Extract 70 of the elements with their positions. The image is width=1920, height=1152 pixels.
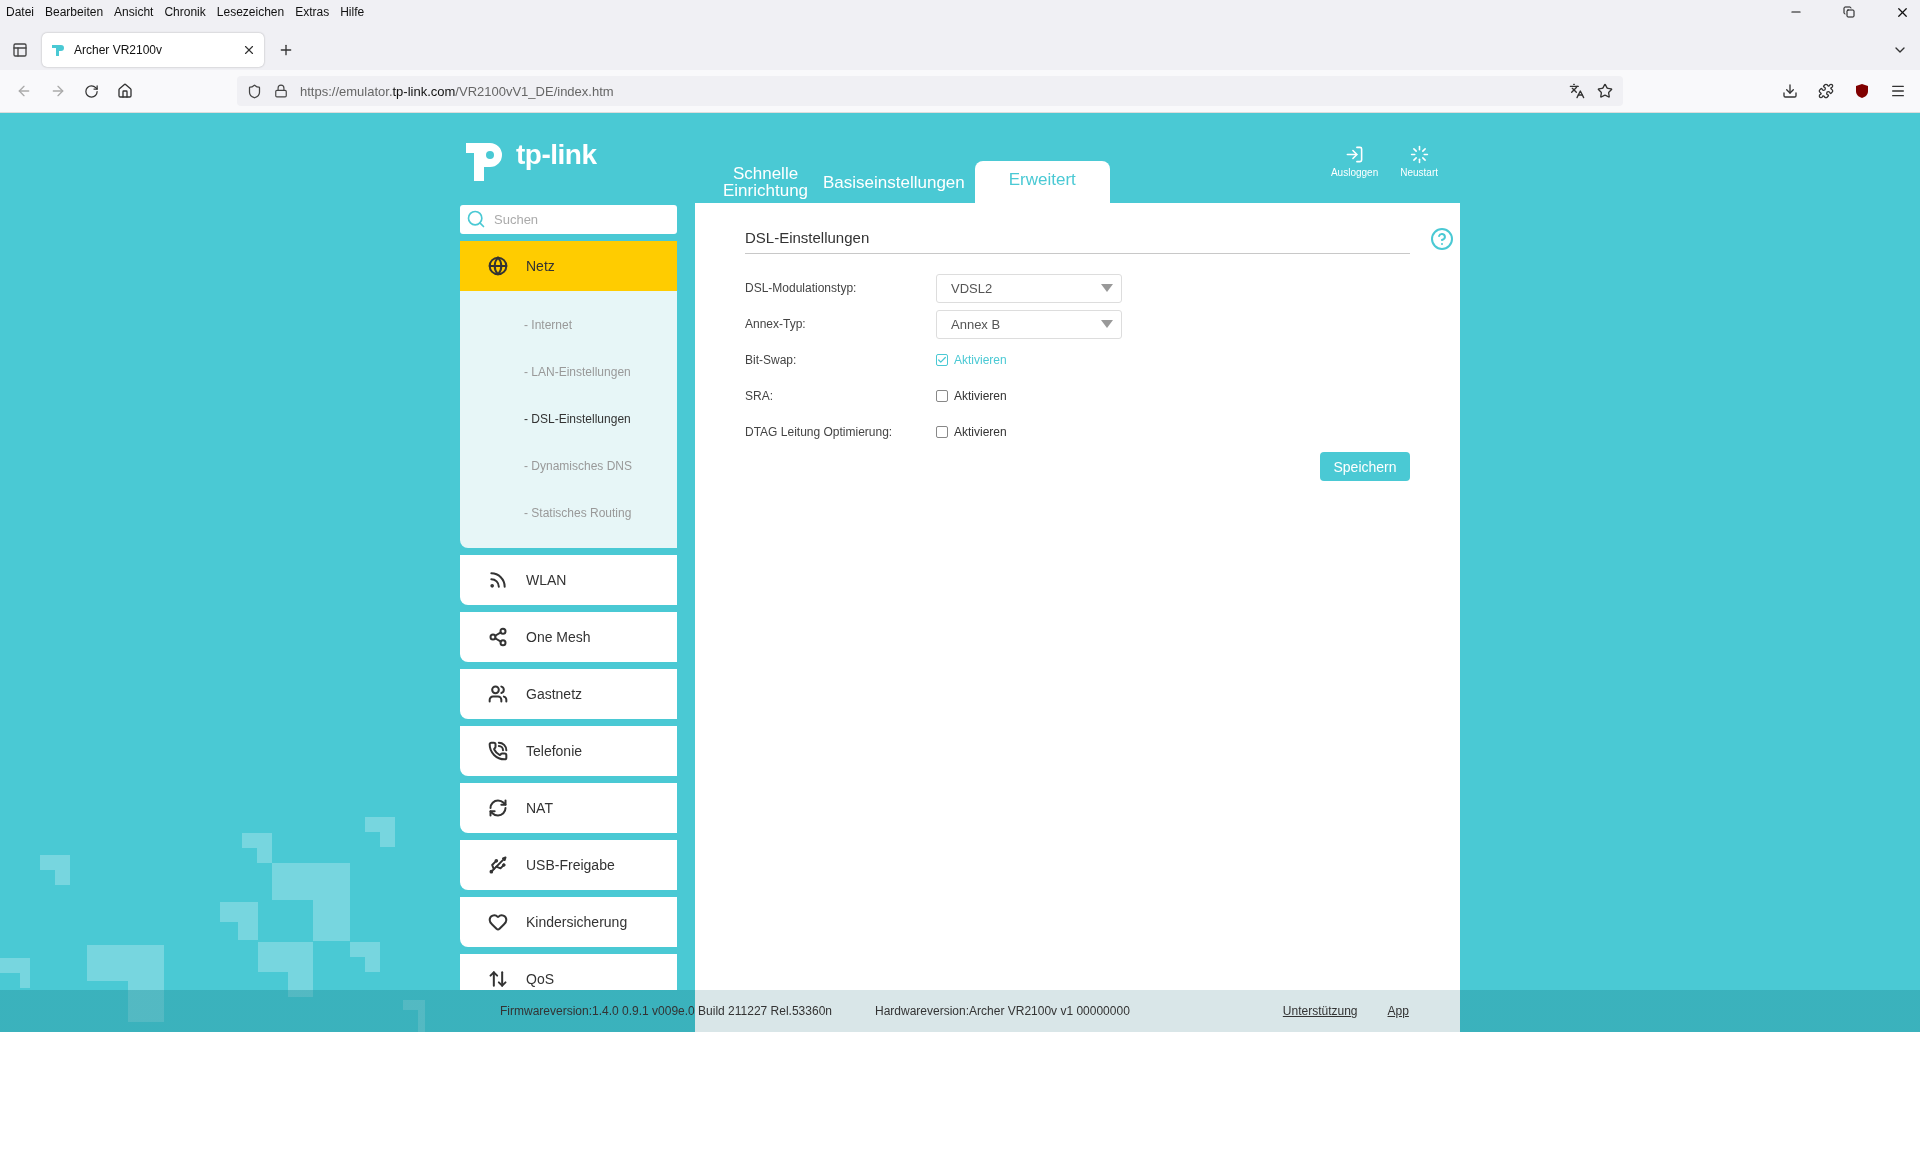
circular-arrows-icon — [488, 798, 508, 818]
checkbox[interactable] — [936, 426, 948, 438]
restore-icon[interactable] — [1843, 6, 1855, 18]
checkbox[interactable] — [936, 390, 948, 402]
wifi-icon — [488, 570, 508, 590]
firmware-version: Firmwareversion:1.4.0 0.9.1 v009e.0 Build 211227 Rel.53360n — [500, 1004, 832, 1018]
dropdown-field[interactable]: Annex B — [936, 309, 1122, 339]
shield-extension-icon[interactable] — [1854, 83, 1870, 99]
sidebar-item[interactable]: Telefonie — [460, 726, 677, 776]
footer-link[interactable]: App — [1387, 1004, 1409, 1018]
panel-title: DSL-Einstellungen — [745, 229, 1410, 254]
checkbox-label[interactable]: Aktivieren — [954, 389, 1007, 403]
sidebar-item[interactable]: WLAN — [460, 555, 677, 605]
download-icon[interactable] — [1782, 83, 1798, 99]
close-icon[interactable] — [242, 43, 256, 57]
footer-link[interactable]: Unterstützung — [1282, 1004, 1358, 1018]
globe-icon — [488, 256, 508, 276]
checkmark-icon — [937, 355, 947, 365]
home-icon[interactable] — [117, 83, 133, 99]
lock-icon[interactable] — [274, 84, 288, 98]
puzzle-icon[interactable] — [1818, 83, 1834, 99]
tab-overview-icon[interactable] — [12, 42, 28, 58]
restart-icon — [1409, 145, 1429, 164]
menu-icon[interactable] — [1890, 83, 1906, 99]
menu-item[interactable]: Datei — [6, 5, 34, 19]
caret-icon — [1101, 284, 1113, 292]
sidebar-item[interactable]: NAT — [460, 783, 677, 833]
search-icon — [466, 209, 486, 229]
field-label: DSL-Modulationstyp: — [745, 281, 858, 295]
field-label: SRA: — [745, 389, 774, 403]
up-down-arrows-icon — [488, 969, 508, 989]
hardware-version: Hardwareversion:Archer VR2100v v1 00000000 — [875, 1004, 1130, 1018]
checkbox-label[interactable]: Aktivieren — [954, 425, 1007, 439]
phone-icon — [488, 741, 508, 761]
url-text: https://emulator.tp-link.com/VR2100vV1_DE/index.htm — [300, 83, 615, 99]
sidebar-item[interactable]: Netz — [460, 241, 677, 291]
logout-icon — [1345, 145, 1365, 164]
field-label: Bit-Swap: — [745, 353, 798, 367]
menu-item[interactable]: Chronik — [164, 5, 206, 19]
dropdown-field[interactable]: VDSL2 — [936, 273, 1122, 303]
sidebar-item[interactable]: Kindersicherung — [460, 897, 677, 947]
checkbox[interactable] — [936, 354, 948, 366]
tab-title: Archer VR2100v — [74, 43, 164, 57]
browser-tab[interactable]: Archer VR2100v — [42, 33, 264, 67]
mesh-nodes-icon — [488, 627, 508, 647]
people-icon — [488, 684, 508, 704]
menu-item[interactable]: Hilfe — [340, 5, 365, 19]
sidebar-item[interactable]: One Mesh — [460, 612, 677, 662]
star-icon[interactable] — [1597, 83, 1613, 99]
sidebar-item[interactable]: USB-Freigabe — [460, 840, 677, 890]
sidebar-item[interactable]: Gastnetz — [460, 669, 677, 719]
site-logo-icon — [50, 42, 66, 58]
shield-icon[interactable] — [247, 83, 262, 99]
heart-icon — [488, 912, 508, 932]
caret-icon — [1101, 320, 1113, 328]
field-label: DTAG Leitung Optimierung: — [745, 425, 894, 439]
search-field[interactable]: Suchen — [460, 205, 677, 234]
logo-text: tp-link — [516, 139, 597, 171]
translate-icon[interactable] — [1569, 83, 1585, 99]
address-bar[interactable]: https://emulator.tp-link.com/VR2100vV1_DE/index.htm — [237, 76, 1623, 106]
usb-icon — [488, 855, 508, 875]
menu-item[interactable]: Bearbeiten — [45, 5, 104, 19]
sidebar-item[interactable]: QoS — [460, 954, 677, 990]
new-tab-icon[interactable] — [278, 42, 294, 58]
menu-item[interactable]: Extras — [295, 5, 330, 19]
reload-icon[interactable] — [84, 83, 99, 99]
field-label: Annex-Typ: — [745, 317, 807, 331]
menu-item[interactable]: Ansicht — [114, 5, 154, 19]
menu-item[interactable]: Lesezeichen — [216, 5, 285, 19]
submenu-item[interactable]: - DSL-Einstellungen — [460, 395, 677, 442]
